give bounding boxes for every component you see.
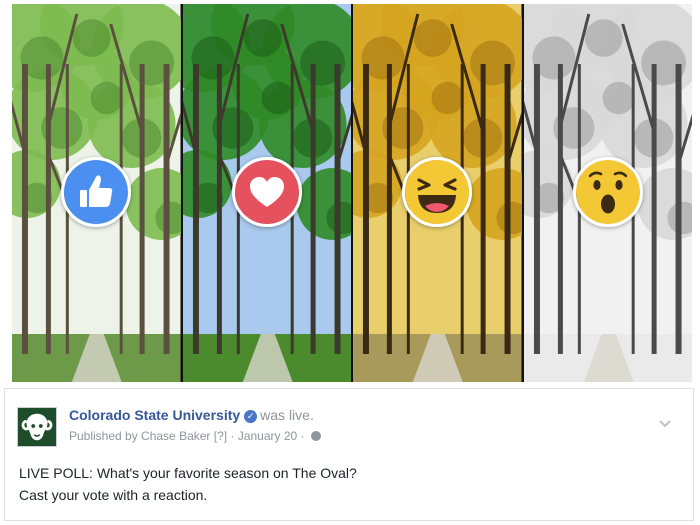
chevron-graphic — [659, 420, 671, 428]
verified-badge-icon: ✓ — [244, 410, 258, 423]
tree-trunk — [480, 64, 486, 354]
facebook-post-card: Colorado State University ✓ was live. Publ… — [4, 388, 694, 521]
summer-photo-panel — [182, 4, 351, 382]
meta-separator: · — [230, 429, 235, 443]
wow-icon[interactable] — [572, 157, 643, 227]
tree-trunk — [651, 64, 657, 354]
foliage-shade — [243, 19, 282, 57]
globe-icon — [310, 431, 321, 441]
haha-face — [405, 160, 470, 224]
chevron-down-icon[interactable] — [657, 415, 673, 431]
post-title-line: Colorado State University ✓ was live. — [69, 407, 314, 423]
post-date-link[interactable]: January 20 — [238, 429, 297, 443]
post-header: Colorado State University ✓ was live. Publ… — [17, 401, 681, 447]
post-meta-line: Published by Chase Baker [?] · January 2… — [69, 429, 321, 443]
foliage-shade — [72, 19, 111, 57]
foliage-shade — [431, 81, 464, 115]
page-avatar-ram-logo[interactable] — [17, 407, 57, 447]
post-body-line-1: LIVE POLL: What's your favorite season o… — [19, 465, 357, 481]
live-status-text: was live. — [260, 407, 314, 423]
chevron-stroke — [659, 420, 671, 428]
winter-photo-panel — [523, 4, 692, 382]
tree-trunk — [533, 64, 540, 354]
meta-separator-2: · — [300, 429, 305, 443]
tree-trunk — [557, 64, 563, 354]
tree-trunk — [310, 64, 316, 354]
live-video-photo-collage[interactable] — [12, 4, 692, 382]
tree-trunk — [362, 64, 369, 354]
spring-photo-panel — [12, 4, 181, 382]
tree-trunk — [334, 64, 341, 354]
tree-trunk — [216, 64, 222, 354]
foliage-shade — [90, 81, 123, 115]
post-body-text: LIVE POLL: What's your favorite season o… — [19, 462, 679, 506]
page-name-link[interactable]: Colorado State University — [69, 407, 240, 423]
wow-face — [575, 160, 640, 224]
ram-right-eye — [38, 424, 43, 428]
foliage-shade — [413, 19, 452, 57]
tree-trunk — [45, 64, 51, 354]
foliage-shade — [584, 19, 623, 57]
tree-trunk — [192, 64, 199, 354]
wow-right-eye — [615, 180, 623, 190]
love-icon[interactable] — [231, 157, 302, 227]
publisher-help-link[interactable]: [?] — [214, 429, 227, 443]
haha-icon[interactable] — [402, 157, 473, 227]
foliage-shade — [261, 81, 294, 115]
love-reaction-graphic — [234, 160, 299, 224]
fall-photo-panel — [353, 4, 522, 382]
tree-trunk — [675, 64, 682, 354]
ram-left-eye — [31, 424, 36, 428]
like-reaction-graphic — [64, 160, 129, 224]
tree-trunk — [139, 64, 145, 354]
like-thumb-cuff — [80, 190, 88, 207]
wow-reaction-graphic — [575, 160, 640, 224]
wow-mouth — [600, 194, 615, 214]
tree-trunk — [504, 64, 511, 354]
post-body-line-2: Cast your vote with a reaction. — [19, 487, 208, 503]
like-icon[interactable] — [61, 157, 132, 227]
tree-trunk — [163, 64, 170, 354]
wow-left-eye — [593, 180, 601, 190]
published-by-text: Published by Chase Baker — [69, 429, 211, 443]
ram-logo-icon — [18, 408, 56, 446]
foliage-shade — [602, 81, 635, 115]
tree-trunk — [386, 64, 392, 354]
haha-reaction-graphic — [405, 160, 470, 224]
tree-trunk — [21, 64, 28, 354]
